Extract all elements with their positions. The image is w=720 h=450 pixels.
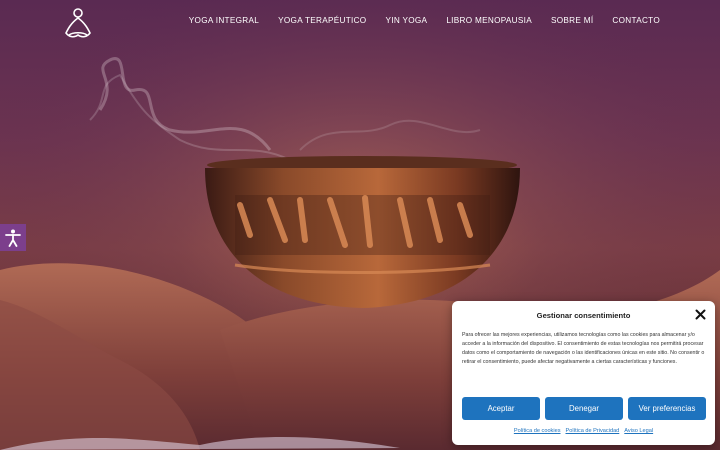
consent-actions: Aceptar Denegar Ver preferencias	[462, 397, 706, 420]
site-header: YOGA INTEGRAL YOGA TERAPÉUTICO YIN YOGA …	[0, 0, 720, 46]
consent-message: Para ofrecer las mejores experiencias, u…	[462, 332, 705, 365]
cookie-policy-link[interactable]: Política de cookies	[514, 428, 561, 434]
nav-yoga-integral[interactable]: YOGA INTEGRAL	[189, 16, 259, 25]
nav-contacto[interactable]: CONTACTO	[612, 16, 660, 25]
consent-links: Política de cookies Política de Privacid…	[452, 428, 715, 434]
meditation-logo-icon[interactable]	[60, 5, 96, 41]
legal-notice-link[interactable]: Aviso Legal	[624, 428, 653, 434]
view-preferences-button[interactable]: Ver preferencias	[628, 397, 706, 420]
nav-sobre-mi[interactable]: SOBRE MÍ	[551, 16, 593, 25]
privacy-policy-link[interactable]: Política de Privacidad	[566, 428, 620, 434]
accessibility-person-icon	[5, 229, 21, 247]
consent-dialog: Gestionar consentimiento Para ofrecer la…	[452, 301, 715, 445]
nav-yin-yoga[interactable]: YIN YOGA	[385, 16, 427, 25]
deny-button[interactable]: Denegar	[545, 397, 623, 420]
accept-button[interactable]: Aceptar	[462, 397, 540, 420]
close-icon[interactable]	[695, 309, 706, 320]
main-nav: YOGA INTEGRAL YOGA TERAPÉUTICO YIN YOGA …	[189, 16, 660, 25]
consent-title: Gestionar consentimiento	[536, 311, 631, 320]
nav-libro-menopausia[interactable]: LIBRO MENOPAUSIA	[446, 16, 532, 25]
nav-yoga-terapeutico[interactable]: YOGA TERAPÉUTICO	[278, 16, 366, 25]
accessibility-button[interactable]	[0, 224, 26, 251]
page: YOGA INTEGRAL YOGA TERAPÉUTICO YIN YOGA …	[0, 0, 720, 450]
